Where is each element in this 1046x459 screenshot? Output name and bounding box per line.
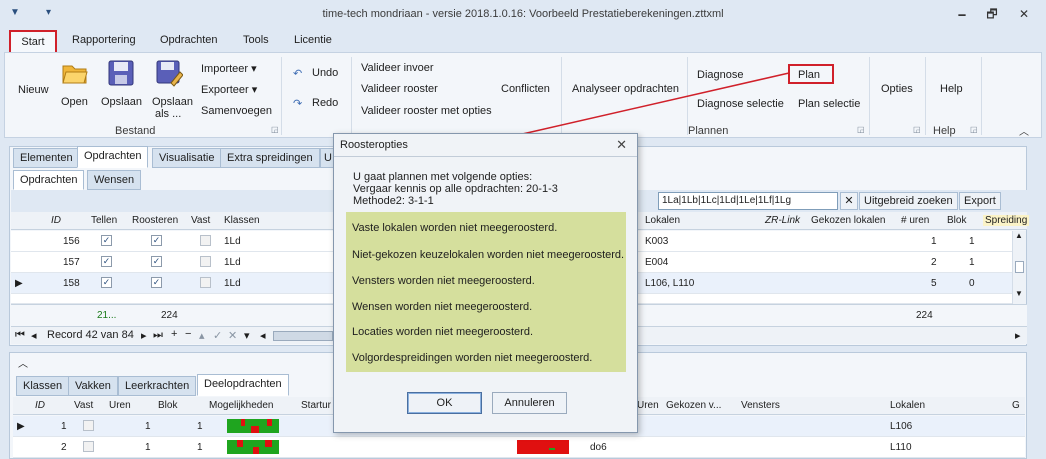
ok-button[interactable]: OK: [407, 392, 482, 414]
intro-line-3: Methode2: 3-1-1: [353, 195, 434, 207]
intro-line-1: U gaat plannen met volgende opties:: [353, 171, 533, 183]
dialog-close-button[interactable]: ✕: [616, 137, 627, 153]
warning-message: Volgordespreidingen worden niet meegeroo…: [352, 352, 593, 364]
warnings-box: Vaste lokalen worden niet meegeroosterd.…: [346, 212, 626, 372]
warning-message: Wensen worden niet meegeroosterd.: [352, 301, 533, 313]
roosteropties-dialog: Roosteropties ✕ U gaat plannen met volge…: [333, 133, 638, 433]
dialog-divider: [334, 156, 637, 157]
warning-message: Vensters worden niet meegeroosterd.: [352, 275, 535, 287]
dialog-title: Roosteropties: [340, 139, 408, 151]
intro-line-2: Vergaar kennis op alle opdrachten: 20-1-…: [353, 183, 558, 195]
warning-message: Vaste lokalen worden niet meegeroosterd.: [352, 222, 558, 234]
warning-message: Niet-gekozen keuzelokalen worden niet me…: [352, 249, 625, 261]
warning-message: Locaties worden niet meegeroosterd.: [352, 326, 533, 338]
annuleren-button[interactable]: Annuleren: [492, 392, 567, 414]
dialog-intro: U gaat plannen met volgende opties: Verg…: [353, 171, 558, 207]
